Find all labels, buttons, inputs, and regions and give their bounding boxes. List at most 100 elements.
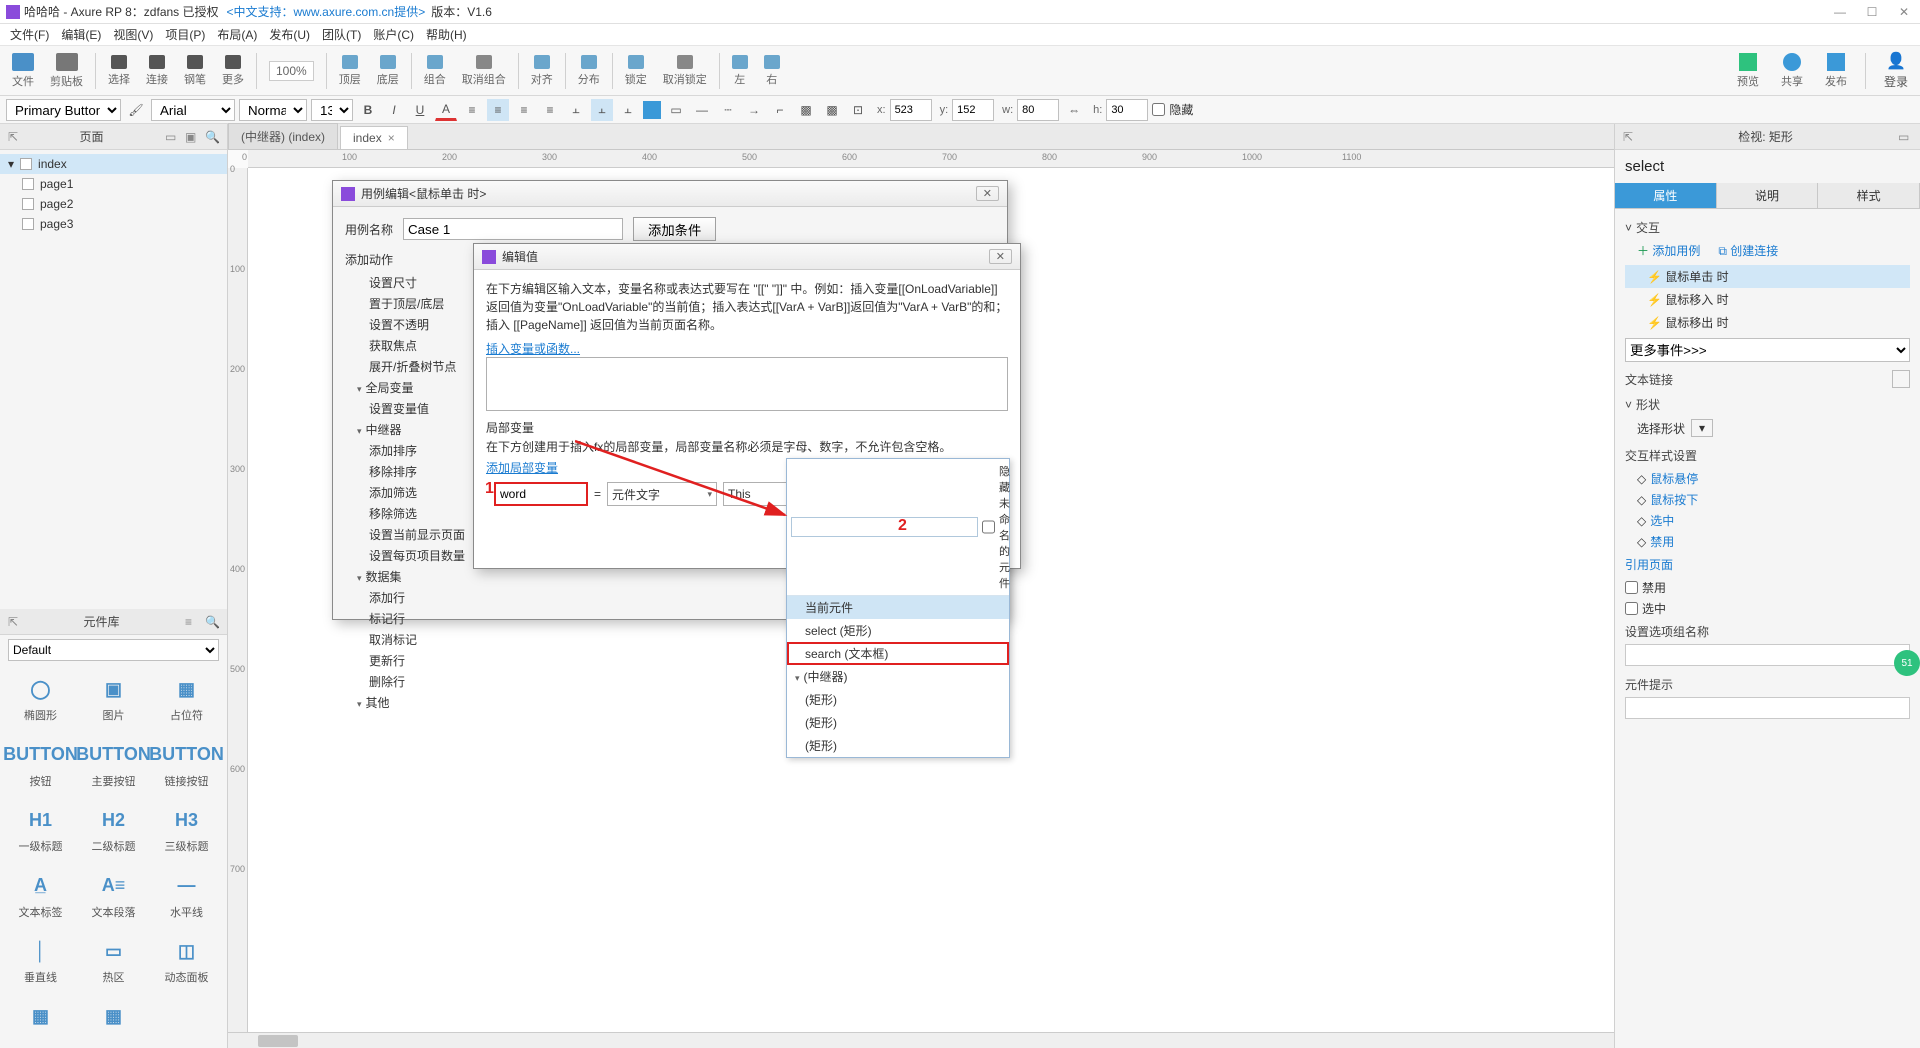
- tooltip-input[interactable]: [1625, 697, 1910, 719]
- localvar-source-sel[interactable]: 元件文字: [607, 482, 717, 506]
- page-page1[interactable]: page1: [0, 174, 227, 194]
- expression-textarea[interactable]: [486, 357, 1008, 411]
- menu-account[interactable]: 账户(C): [367, 26, 420, 43]
- valign-bot-icon[interactable]: ⫠: [617, 99, 639, 121]
- library-item[interactable]: ▦: [79, 999, 148, 1043]
- ixstyle-selected[interactable]: ◇ 选中: [1637, 510, 1910, 531]
- library-item[interactable]: H1一级标题: [6, 802, 75, 862]
- menu-view[interactable]: 视图(V): [107, 26, 159, 43]
- search-icon[interactable]: 🔍: [205, 130, 219, 144]
- valign-mid-icon[interactable]: ⫠: [591, 99, 613, 121]
- tb-group-btn[interactable]: 组合: [420, 55, 450, 87]
- add-folder-icon[interactable]: ▣: [185, 130, 199, 144]
- x-input[interactable]: [890, 99, 932, 121]
- dropdown-item[interactable]: (矩形): [787, 711, 1009, 734]
- bold-icon[interactable]: B: [357, 99, 379, 121]
- ixstyle-mousedown[interactable]: ◇ 鼠标按下: [1637, 489, 1910, 510]
- tb-clipboard[interactable]: 剪贴板: [46, 53, 87, 89]
- library-item[interactable]: │垂直线: [6, 933, 75, 993]
- widget-type-sel[interactable]: Primary Button: [6, 99, 121, 121]
- library-item[interactable]: BUTTON链接按钮: [152, 737, 221, 797]
- textcolor-icon[interactable]: A: [435, 99, 457, 121]
- library-item[interactable]: ▦: [6, 999, 75, 1043]
- library-item[interactable]: H2二级标题: [79, 802, 148, 862]
- dropdown-item[interactable]: (中继器): [787, 665, 1009, 688]
- lib-search-icon[interactable]: 🔍: [205, 615, 219, 629]
- library-item[interactable]: ▣图片: [79, 671, 148, 731]
- feedback-badge-icon[interactable]: 51: [1894, 650, 1920, 676]
- tb-distribute[interactable]: 分布: [574, 55, 604, 87]
- library-select[interactable]: Default: [8, 639, 219, 661]
- inspector-more-icon[interactable]: ▭: [1898, 130, 1912, 144]
- localvar-name-input[interactable]: [494, 482, 588, 506]
- tab-notes[interactable]: 说明: [1717, 183, 1819, 208]
- tab-index[interactable]: index×: [340, 126, 408, 149]
- window-maximize-icon[interactable]: ☐: [1862, 5, 1882, 19]
- menu-team[interactable]: 团队(T): [316, 26, 367, 43]
- font-sel[interactable]: Arial: [151, 99, 235, 121]
- align-right-icon[interactable]: ≡: [539, 99, 561, 121]
- tb-ungroup[interactable]: 取消组合: [458, 55, 510, 87]
- library-item[interactable]: ◫动态面板: [152, 933, 221, 993]
- section-interaction-hd[interactable]: 交互: [1636, 219, 1660, 236]
- fontsize-sel[interactable]: 13: [311, 99, 353, 121]
- tab-properties[interactable]: 属性: [1615, 183, 1717, 208]
- event-mousein[interactable]: ⚡ 鼠标移入 时: [1625, 288, 1910, 311]
- library-item[interactable]: A̲文本标签: [6, 868, 75, 928]
- tb-preview[interactable]: 预览: [1733, 53, 1763, 89]
- fill-icon[interactable]: [643, 101, 661, 119]
- dlg1-close-icon[interactable]: ✕: [976, 186, 999, 201]
- insert-var-link[interactable]: 插入变量或函数...: [486, 342, 580, 356]
- page-index[interactable]: ▾index: [0, 154, 227, 174]
- library-item[interactable]: BUTTON主要按钮: [79, 737, 148, 797]
- event-click[interactable]: ⚡ 鼠标单击 时: [1625, 265, 1910, 288]
- library-item[interactable]: ◯椭圆形: [6, 671, 75, 731]
- window-close-icon[interactable]: ✕: [1894, 5, 1914, 19]
- dlg2-close-icon[interactable]: ✕: [989, 249, 1012, 264]
- corner-icon[interactable]: ⌐: [769, 99, 791, 121]
- tb-left[interactable]: 左: [728, 55, 752, 87]
- library-item[interactable]: ▦占位符: [152, 671, 221, 731]
- window-minimize-icon[interactable]: —: [1830, 5, 1850, 19]
- menu-arrange[interactable]: 布局(A): [211, 26, 263, 43]
- shadow-int-icon[interactable]: ▩: [821, 99, 843, 121]
- selgroup-input[interactable]: [1625, 644, 1910, 666]
- ixstyle-hover[interactable]: ◇ 鼠标悬停: [1637, 468, 1910, 489]
- weight-sel[interactable]: Normal: [239, 99, 307, 121]
- lib-menu-icon[interactable]: ≡: [185, 615, 199, 629]
- menu-help[interactable]: 帮助(H): [420, 26, 473, 43]
- shape-picker[interactable]: ▾: [1691, 419, 1713, 437]
- dropdown-search-input[interactable]: [791, 517, 978, 537]
- add-page-icon[interactable]: ▭: [165, 130, 179, 144]
- case-name-input[interactable]: [403, 218, 623, 240]
- add-case-link[interactable]: ＋ 添加用例: [1637, 242, 1700, 259]
- library-item[interactable]: BUTTON按钮: [6, 737, 75, 797]
- linewidth-icon[interactable]: —: [691, 99, 713, 121]
- tb-front[interactable]: 顶层: [335, 55, 365, 87]
- menu-edit[interactable]: 编辑(E): [55, 26, 107, 43]
- dropdown-item[interactable]: (矩形): [787, 734, 1009, 757]
- tb-more[interactable]: 更多: [218, 55, 248, 87]
- h-input[interactable]: [1106, 99, 1148, 121]
- y-input[interactable]: [952, 99, 994, 121]
- hidden-checkbox[interactable]: [1152, 103, 1165, 116]
- dropdown-item[interactable]: (矩形): [787, 688, 1009, 711]
- chk-selected[interactable]: [1625, 602, 1638, 615]
- w-input[interactable]: [1017, 99, 1059, 121]
- dropdown-item[interactable]: search (文本框): [787, 642, 1009, 665]
- menu-file[interactable]: 文件(F): [4, 26, 55, 43]
- border-icon[interactable]: ▭: [665, 99, 687, 121]
- library-item[interactable]: —水平线: [152, 868, 221, 928]
- tb-lock[interactable]: 锁定: [621, 55, 651, 87]
- tb-login[interactable]: 👤登录: [1880, 51, 1912, 90]
- h-scrollbar[interactable]: [228, 1032, 1614, 1048]
- section-shape-hd[interactable]: 形状: [1636, 396, 1660, 413]
- ixstyle-disabled[interactable]: ◇ 禁用: [1637, 531, 1910, 552]
- italic-icon[interactable]: I: [383, 99, 405, 121]
- tb-select[interactable]: 选择: [104, 55, 134, 87]
- tb-file[interactable]: 文件: [8, 53, 38, 89]
- tb-share[interactable]: 共享: [1777, 53, 1807, 89]
- align-center-icon[interactable]: ≡: [513, 99, 535, 121]
- underline-icon[interactable]: U: [409, 99, 431, 121]
- tb-unlock[interactable]: 取消锁定: [659, 55, 711, 87]
